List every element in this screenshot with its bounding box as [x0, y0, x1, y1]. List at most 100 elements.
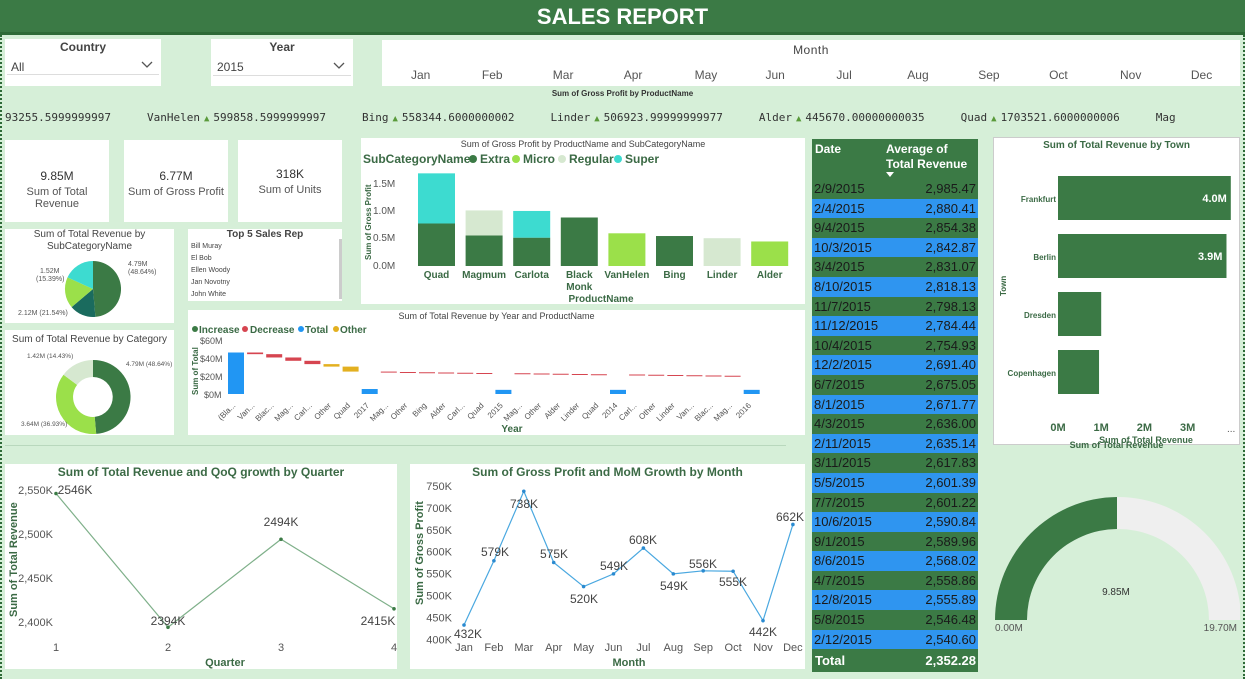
top5-sales-rep-card: Top 5 Sales Rep Bill Muray El Bob Ellen Wo…	[188, 229, 342, 301]
month-option-sep[interactable]: Sep	[978, 68, 999, 82]
month-xtick: Apr	[545, 642, 562, 654]
table-row[interactable]: 9/1/2015 2,589.96	[812, 531, 978, 552]
month-option-aug[interactable]: Aug	[907, 68, 928, 82]
waterfall-bar-18	[571, 373, 588, 375]
stacked-xtick: Bing	[663, 270, 685, 281]
month-option-mar[interactable]: Mar	[553, 68, 574, 82]
table-row[interactable]: 6/7/2015 2,675.05	[812, 374, 978, 395]
quarter-ytick: 2,550K	[18, 485, 54, 497]
month-xtick: Nov	[753, 642, 773, 654]
waterfall-xtick: Other	[389, 401, 410, 422]
up-arrow-icon: ▲	[594, 114, 600, 124]
table-row[interactable]: 10/6/2015 2,590.84	[812, 512, 978, 532]
table-row[interactable]: 3/11/2015 2,617.83	[812, 453, 978, 473]
ticker-name: VanHelen	[146, 111, 200, 124]
stacked-xtick: Carlota	[514, 270, 549, 281]
sales-rep-item[interactable]: Ellen Woody	[191, 265, 230, 277]
table-row[interactable]: 11/7/2015 2,798.13	[812, 296, 978, 317]
month-option-jun[interactable]: Jun	[766, 68, 785, 82]
legend-label-other: Other	[340, 325, 367, 336]
legend-dot-decrease	[242, 326, 248, 332]
table-row[interactable]: 10/3/2015 2,842.87	[812, 237, 978, 258]
donut-label-1: 1.42M (14.43%)	[27, 353, 73, 360]
cell-avg-revenue: 2,635.14	[925, 435, 976, 451]
waterfall-bar-8	[380, 371, 397, 373]
sales-rep-item[interactable]: John White	[191, 289, 230, 301]
waterfall-xtick: Quad	[580, 401, 600, 421]
waterfall-bar-26	[724, 375, 741, 377]
cell-date: 2/12/2015	[814, 631, 872, 647]
month-xtick: Sep	[693, 642, 713, 654]
table-row[interactable]: 8/10/2015 2,818.13	[812, 276, 978, 297]
table-row[interactable]: 2/12/2015 2,540.60	[812, 629, 978, 650]
quarter-data-label: 2546K	[58, 483, 93, 497]
pie-subcategory-chart: 4.79M (48.64%) 1.52M (15.39%) 2.12M (21.…	[18, 260, 156, 318]
month-option-may[interactable]: May	[695, 68, 718, 82]
month-xtick: Mar	[514, 642, 533, 654]
bar-extra-1	[465, 235, 503, 266]
sales-rep-item[interactable]: Jan Novotny	[191, 277, 230, 289]
table-row[interactable]: 4/7/2015 2,558.86	[812, 570, 978, 591]
table-row[interactable]: 12/2/2015 2,691.40	[812, 355, 978, 375]
table-row[interactable]: 7/7/2015 2,601.22	[812, 492, 978, 513]
waterfall-bar-27	[743, 389, 760, 394]
month-option-oct[interactable]: Oct	[1049, 68, 1068, 82]
col-header-avg-revenue[interactable]: Average of Total Revenue	[886, 142, 976, 172]
waterfall-ytick: $0M	[204, 390, 222, 400]
total-value: 2,352.28	[925, 653, 976, 669]
legend-dot-extra	[469, 155, 477, 163]
year-dropdown[interactable]: 2015	[213, 58, 351, 76]
month-option-dec[interactable]: Dec	[1191, 68, 1212, 82]
waterfall-bar-13	[476, 373, 493, 375]
waterfall-bar-4	[304, 360, 321, 365]
table-row[interactable]: 11/12/2015 2,784.44	[812, 316, 978, 336]
year-value: 2015	[217, 60, 244, 74]
table-row[interactable]: 12/8/2015 2,555.89	[812, 590, 978, 611]
table-row[interactable]: 10/4/2015 2,754.93	[812, 335, 978, 356]
month-option-feb[interactable]: Feb	[482, 68, 503, 82]
bar-super-0	[418, 173, 455, 224]
table-row[interactable]: 3/4/2015 2,831.07	[812, 257, 978, 277]
quarter-line-chart: Sum of Total Revenue Quarter 2,550K 2,500…	[8, 483, 397, 669]
town-bar-2	[1058, 292, 1102, 336]
table-row[interactable]: 4/3/2015 2,636.00	[812, 414, 978, 434]
town-xtick: 3M	[1180, 422, 1195, 434]
stacked-xtick: Magmum	[462, 270, 506, 281]
country-dropdown[interactable]: All	[7, 58, 159, 75]
month-xtick: Oct	[725, 642, 742, 654]
table-row[interactable]: 5/5/2015 2,601.39	[812, 472, 978, 493]
waterfall-bar-14	[495, 389, 512, 394]
chevron-down-icon[interactable]	[141, 61, 153, 69]
legend-dot-regular	[558, 155, 566, 163]
top5-scrollbar[interactable]	[339, 239, 342, 299]
table-row[interactable]: 2/9/2015 2,985.47	[812, 179, 978, 199]
table-row[interactable]: 2/11/2015 2,635.14	[812, 433, 978, 454]
ticker-item: 93255.5999999997	[5, 111, 111, 124]
town-xtick: 1M	[1094, 422, 1109, 434]
sales-rep-item[interactable]: Bill Muray	[191, 241, 230, 253]
waterfall-xtick: Van...	[675, 401, 696, 422]
table-row[interactable]: 5/8/2015 2,546.48	[812, 610, 978, 630]
col-header-date[interactable]: Date	[815, 142, 841, 156]
table-row[interactable]: 2/4/2015 2,880.41	[812, 198, 978, 219]
sales-rep-item[interactable]: El Bob	[191, 253, 230, 265]
country-slicer[interactable]: Country All	[5, 39, 161, 86]
month-option-jul[interactable]: Jul	[836, 68, 851, 82]
stacked-xtick: Quad	[424, 270, 450, 281]
ticker-item: Bing ▲ 558344.6000000002	[362, 111, 515, 124]
stacked-xtick: Linder	[707, 270, 738, 281]
table-row[interactable]: 8/1/2015 2,671.77	[812, 394, 978, 415]
month-option-jan[interactable]: Jan	[411, 68, 430, 82]
town-ytick: Copenhagen	[1008, 369, 1057, 378]
date-revenue-table: Date Average of Total Revenue 2/9/2015 2,…	[812, 139, 978, 679]
month-point-1	[492, 558, 496, 563]
waterfall-xtick: Carl...	[445, 401, 466, 422]
sort-desc-icon[interactable]	[886, 172, 894, 177]
table-row[interactable]: 8/6/2015 2,568.02	[812, 551, 978, 571]
waterfall-ylabel: Sum of Total	[191, 347, 200, 395]
month-option-apr[interactable]: Apr	[624, 68, 643, 82]
table-row[interactable]: 9/4/2015 2,854.38	[812, 218, 978, 238]
year-slicer[interactable]: Year 2015	[211, 39, 353, 86]
chevron-down-icon[interactable]	[333, 62, 345, 70]
month-option-nov[interactable]: Nov	[1120, 68, 1141, 82]
